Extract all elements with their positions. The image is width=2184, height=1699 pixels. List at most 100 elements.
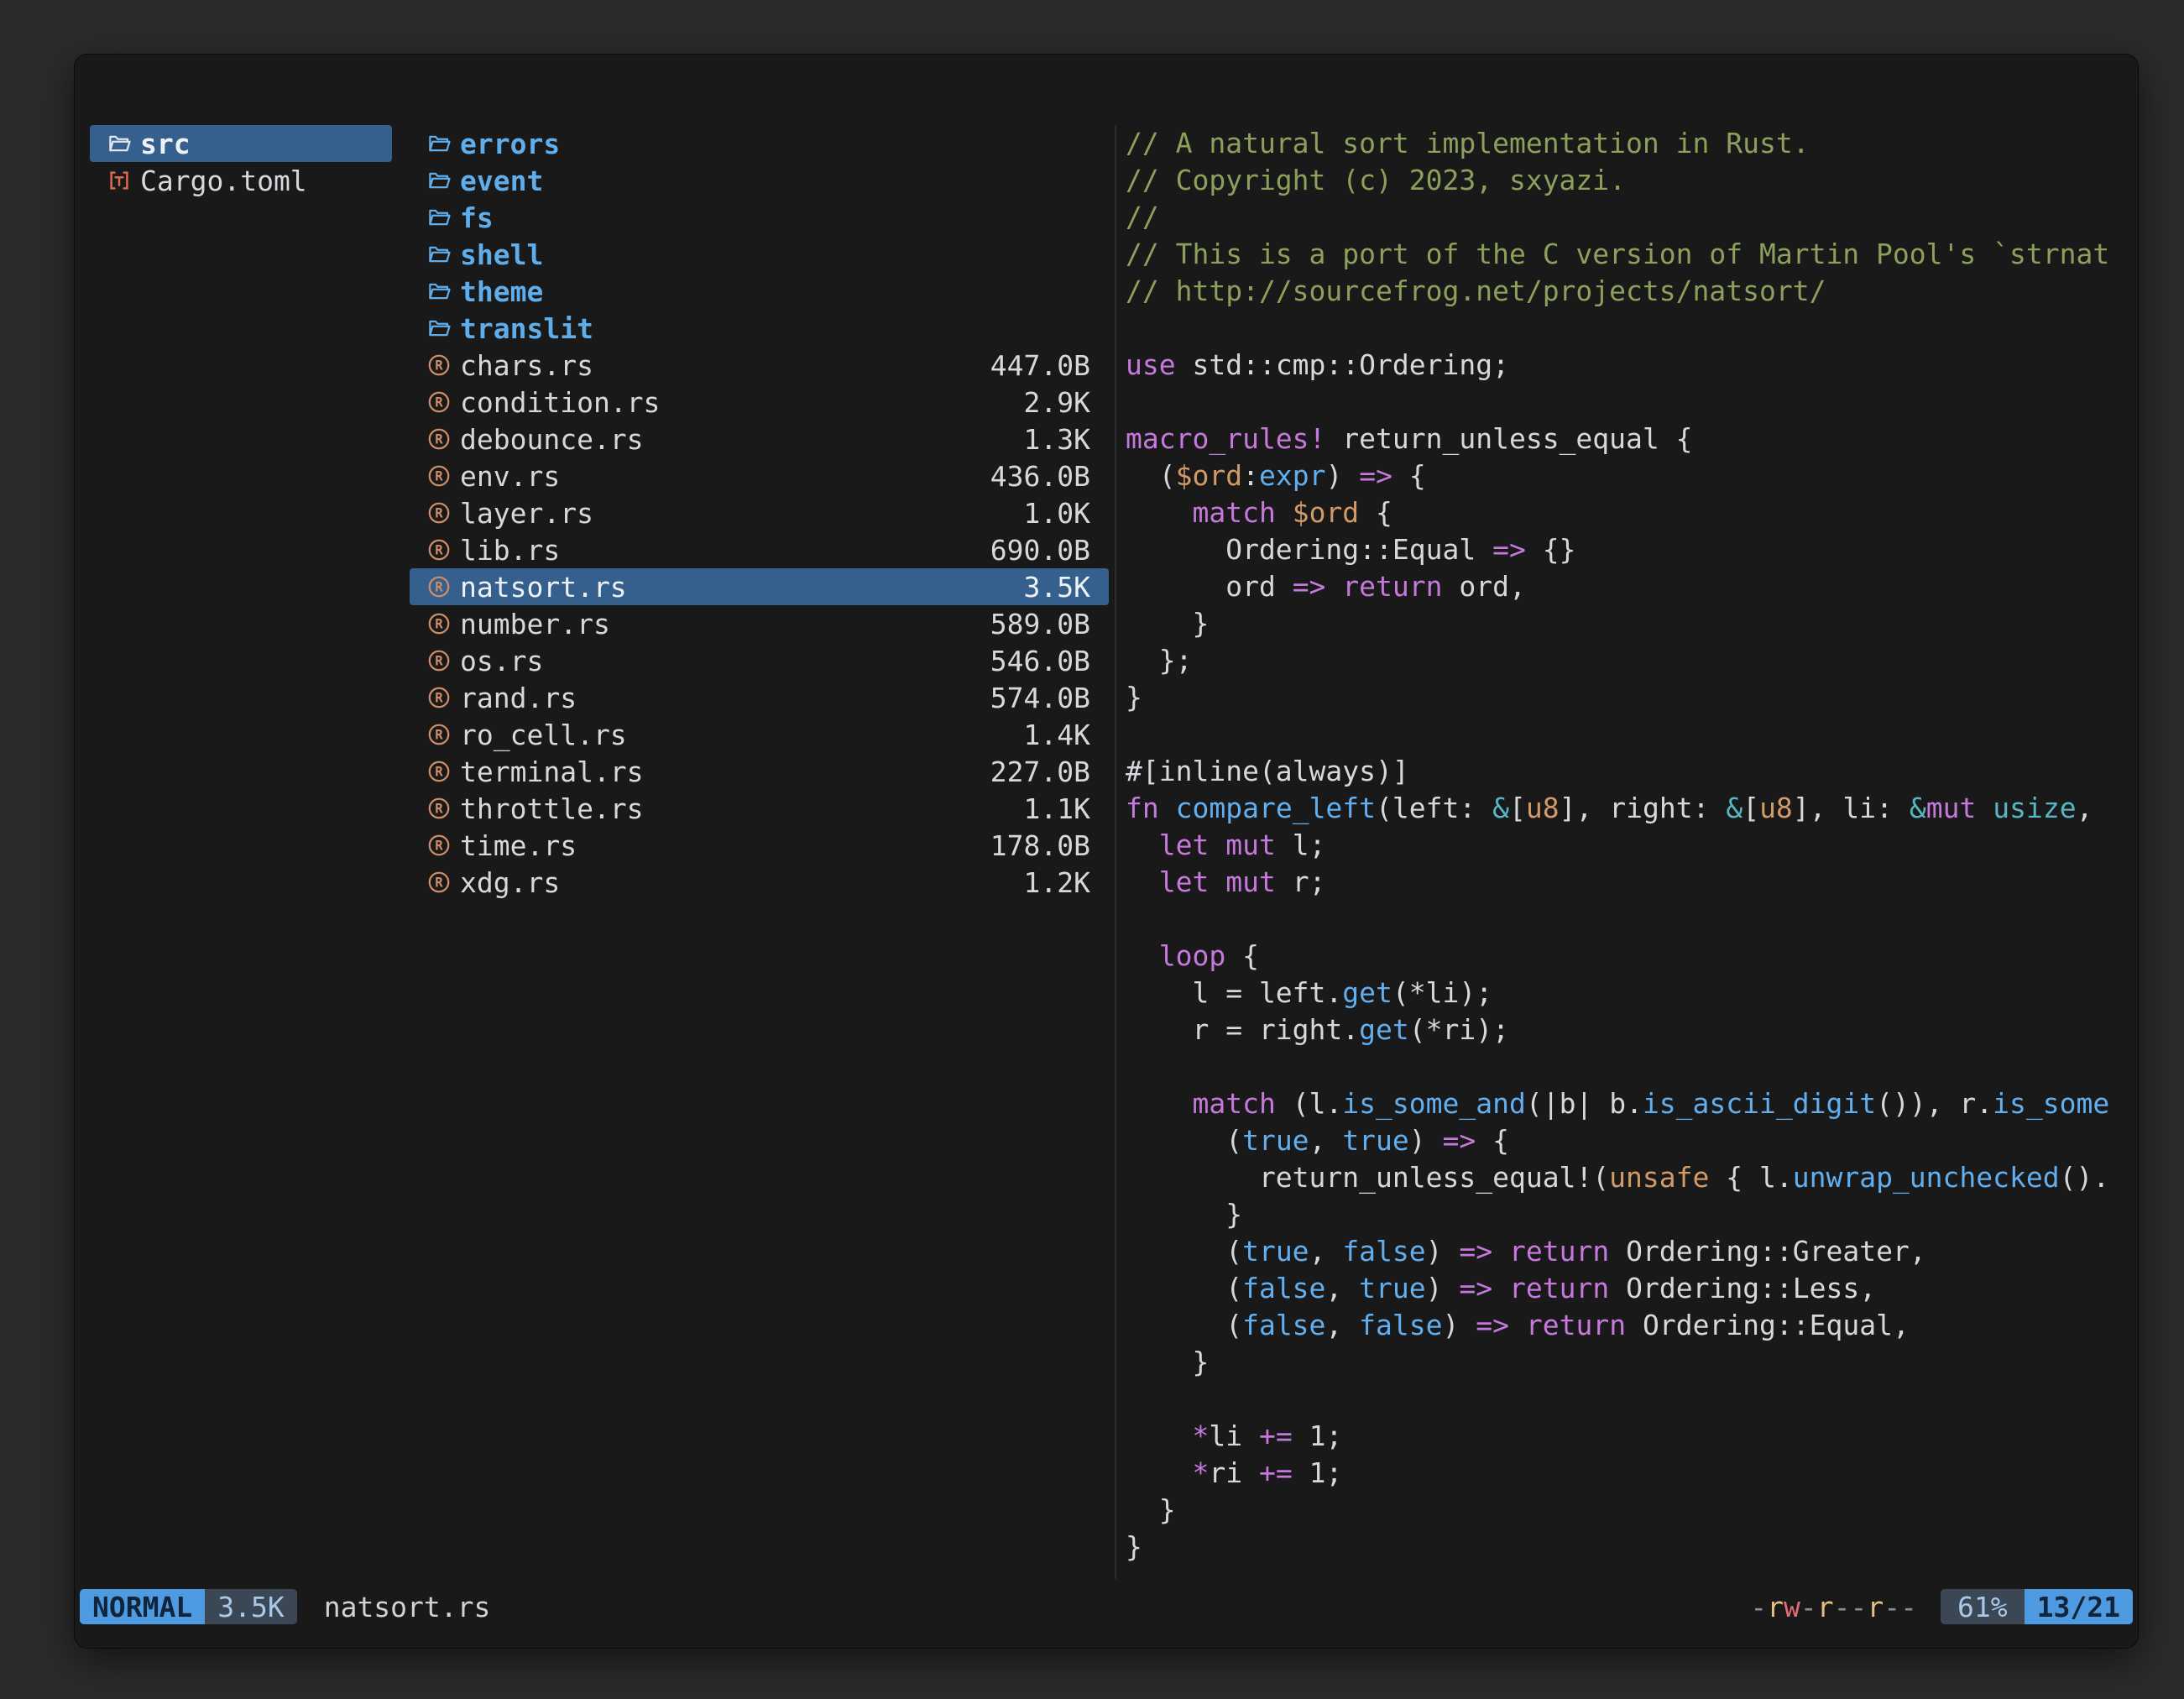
preview-panel[interactable]: // A natural sort implementation in Rust… bbox=[1126, 125, 2126, 1582]
dir-row[interactable]: src bbox=[90, 125, 392, 162]
file-size: 1.3K bbox=[644, 423, 1090, 456]
file-name: debounce.rs bbox=[460, 423, 644, 456]
code-line: // Copyright (c) 2023, sxyazi. bbox=[1126, 162, 2126, 199]
code-line: let mut r; bbox=[1126, 864, 2126, 901]
svg-text:R: R bbox=[435, 691, 443, 706]
code-line: *ri += 1; bbox=[1126, 1455, 2126, 1492]
code-line: return_unless_equal!(unsafe { l.unwrap_u… bbox=[1126, 1159, 2126, 1196]
file-size: 589.0B bbox=[610, 608, 1090, 640]
svg-text:R: R bbox=[435, 654, 443, 669]
current-panel: errors eventfsshellthemetranslitRchars.rs… bbox=[410, 125, 1109, 901]
svg-text:R: R bbox=[435, 617, 443, 632]
code-line: // bbox=[1126, 199, 2126, 236]
file-row[interactable]: Renv.rs436.0B bbox=[410, 457, 1109, 494]
file-name: number.rs bbox=[460, 608, 610, 640]
file-row[interactable]: Rlib.rs690.0B bbox=[410, 531, 1109, 568]
file-row[interactable]: Ros.rs546.0B bbox=[410, 642, 1109, 679]
code-line: fn compare_left(left: &[u8], right: &[u8… bbox=[1126, 790, 2126, 827]
file-row[interactable]: Rdebounce.rs1.3K bbox=[410, 421, 1109, 457]
code-line: } bbox=[1126, 605, 2126, 642]
file-row[interactable]: Rnumber.rs589.0B bbox=[410, 605, 1109, 642]
code-line bbox=[1126, 1048, 2126, 1085]
status-filename: natsort.rs bbox=[324, 1591, 491, 1623]
code-line: match (l.is_some_and(|b| b.is_ascii_digi… bbox=[1126, 1085, 2126, 1122]
rust-icon: R bbox=[426, 574, 460, 599]
code-line bbox=[1126, 384, 2126, 421]
code-line: } bbox=[1126, 1344, 2126, 1381]
code-line: match $ord { bbox=[1126, 494, 2126, 531]
file-size: 546.0B bbox=[543, 645, 1090, 677]
code-line: // A natural sort implementation in Rust… bbox=[1126, 125, 2126, 162]
file-row[interactable]: Rtime.rs178.0B bbox=[410, 827, 1109, 864]
file-row[interactable]: Rthrottle.rs1.1K bbox=[410, 790, 1109, 827]
dir-name: event bbox=[460, 165, 543, 197]
rust-icon: R bbox=[426, 353, 460, 378]
rust-icon: R bbox=[426, 685, 460, 710]
dir-name: errors bbox=[460, 128, 560, 160]
file-row[interactable]: Rterminal.rs227.0B bbox=[410, 753, 1109, 790]
rust-icon: R bbox=[426, 389, 460, 415]
permissions: -rw-r--r-- bbox=[1750, 1591, 1917, 1623]
file-row[interactable]: Rro_cell.rs1.4K bbox=[410, 716, 1109, 753]
code-line: let mut l; bbox=[1126, 827, 2126, 864]
code-line: } bbox=[1126, 679, 2126, 716]
svg-text:R: R bbox=[435, 395, 443, 410]
file-name: xdg.rs bbox=[460, 866, 560, 899]
folder-icon bbox=[426, 316, 460, 341]
dir-row[interactable]: shell bbox=[410, 236, 1109, 273]
folder-icon bbox=[426, 242, 460, 267]
dir-row[interactable]: theme bbox=[410, 273, 1109, 310]
code-line: loop { bbox=[1126, 938, 2126, 975]
rust-icon: R bbox=[426, 426, 460, 452]
parent-panel: src Cargo.toml bbox=[90, 125, 392, 199]
code-line: } bbox=[1126, 1529, 2126, 1566]
svg-text:R: R bbox=[435, 432, 443, 447]
svg-text:R: R bbox=[435, 728, 443, 743]
file-name: Cargo.toml bbox=[140, 165, 307, 197]
file-row[interactable]: Rchars.rs447.0B bbox=[410, 347, 1109, 384]
file-size: 1.1K bbox=[644, 792, 1090, 825]
file-row[interactable]: Rrand.rs574.0B bbox=[410, 679, 1109, 716]
svg-text:R: R bbox=[435, 765, 443, 780]
dir-row[interactable]: fs bbox=[410, 199, 1109, 236]
file-size: 227.0B bbox=[644, 755, 1090, 788]
rust-icon: R bbox=[426, 796, 460, 821]
svg-text:R: R bbox=[435, 469, 443, 484]
file-name: terminal.rs bbox=[460, 755, 644, 788]
code-line bbox=[1126, 310, 2126, 347]
code-line: use std::cmp::Ordering; bbox=[1126, 347, 2126, 384]
svg-text:R: R bbox=[435, 543, 443, 558]
status-bar: NORMAL 3.5K natsort.rs -rw-r--r-- 61% 13… bbox=[80, 1589, 2133, 1624]
file-row[interactable]: Rlayer.rs1.0K bbox=[410, 494, 1109, 531]
file-name: ro_cell.rs bbox=[460, 719, 627, 751]
file-row[interactable]: Rnatsort.rs3.5K bbox=[410, 568, 1109, 605]
file-row[interactable]: Cargo.toml bbox=[90, 162, 392, 199]
svg-text:R: R bbox=[435, 802, 443, 817]
svg-text:R: R bbox=[435, 506, 443, 521]
position-indicator: 13/21 bbox=[2025, 1589, 2133, 1624]
file-name: env.rs bbox=[460, 460, 560, 493]
file-size: 447.0B bbox=[593, 349, 1090, 382]
dir-name: translit bbox=[460, 312, 593, 345]
file-row[interactable]: Rcondition.rs2.9K bbox=[410, 384, 1109, 421]
svg-text:R: R bbox=[435, 580, 443, 595]
dir-name: src bbox=[140, 128, 191, 160]
toml-icon bbox=[107, 168, 140, 193]
code-line: *li += 1; bbox=[1126, 1418, 2126, 1455]
file-size-chip: 3.5K bbox=[205, 1589, 296, 1624]
dir-name: shell bbox=[460, 238, 543, 271]
svg-text:R: R bbox=[435, 876, 443, 891]
code-line: ($ord:expr) => { bbox=[1126, 457, 2126, 494]
dir-row[interactable]: event bbox=[410, 162, 1109, 199]
file-row[interactable]: Rxdg.rs1.2K bbox=[410, 864, 1109, 901]
status-left: NORMAL 3.5K natsort.rs bbox=[80, 1589, 490, 1624]
yazi-window: src Cargo.toml errors eventfsshellthemetra… bbox=[74, 54, 2139, 1649]
file-size: 1.4K bbox=[627, 719, 1090, 751]
dir-row[interactable]: translit bbox=[410, 310, 1109, 347]
rust-icon: R bbox=[426, 463, 460, 489]
code-line: (true, false) => return Ordering::Greate… bbox=[1126, 1233, 2126, 1270]
code-line: }; bbox=[1126, 642, 2126, 679]
file-size: 436.0B bbox=[560, 460, 1090, 493]
file-size: 2.9K bbox=[660, 386, 1090, 419]
dir-row[interactable]: errors bbox=[410, 125, 1109, 162]
